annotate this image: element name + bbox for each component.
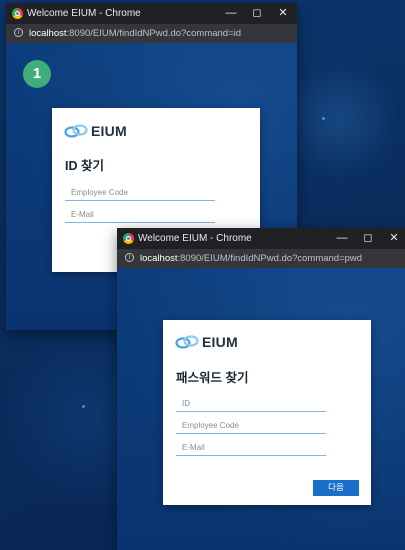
- address-bar[interactable]: i localhost:8090/EIUM/findIdNPwd.do?comm…: [117, 249, 405, 268]
- maximize-icon[interactable]: ◻: [361, 231, 375, 245]
- url-text[interactable]: localhost:8090/EIUM/findIdNPwd.do?comman…: [29, 28, 241, 39]
- employee-code-input[interactable]: [65, 184, 221, 201]
- page-content: EIUM 패스워드 찾기 다음: [117, 268, 405, 550]
- url-host: localhost: [29, 28, 67, 39]
- window-titlebar[interactable]: Welcome EIUM - Chrome — ◻ ✕: [117, 228, 405, 249]
- email-field[interactable]: [176, 437, 332, 456]
- email-field[interactable]: [65, 204, 221, 223]
- employee-code-input[interactable]: [176, 417, 332, 434]
- url-path: :8090/EIUM/findIdNPwd.do?command=pwd: [177, 253, 363, 264]
- maximize-icon[interactable]: ◻: [250, 6, 264, 20]
- background-dot: [322, 117, 325, 120]
- id-input[interactable]: [176, 395, 332, 412]
- url-path: :8090/EIUM/findIdNPwd.do?command=id: [66, 28, 242, 39]
- eium-logo: EIUM: [64, 123, 127, 139]
- card-title: ID 찾기: [65, 159, 104, 173]
- background-dot: [82, 405, 85, 408]
- close-icon[interactable]: ✕: [276, 6, 290, 20]
- browser-window-find-password: Welcome EIUM - Chrome — ◻ ✕ i localhost:…: [117, 228, 405, 550]
- id-field[interactable]: [176, 393, 332, 412]
- find-password-card: EIUM 패스워드 찾기 다음: [163, 320, 371, 505]
- info-icon[interactable]: i: [125, 253, 134, 262]
- email-input[interactable]: [176, 439, 332, 456]
- url-host: localhost: [140, 253, 178, 264]
- window-title: Welcome EIUM - Chrome: [138, 233, 252, 244]
- window-title: Welcome EIUM - Chrome: [27, 8, 141, 19]
- minimize-icon[interactable]: —: [335, 231, 349, 245]
- chrome-icon: [123, 233, 134, 244]
- employee-code-field[interactable]: [176, 415, 332, 434]
- employee-code-field[interactable]: [65, 182, 221, 201]
- card-title: 패스워드 찾기: [176, 371, 249, 385]
- brand-name: EIUM: [91, 123, 127, 139]
- brand-name: EIUM: [202, 334, 238, 350]
- email-input[interactable]: [65, 206, 221, 223]
- address-bar[interactable]: i localhost:8090/EIUM/findIdNPwd.do?comm…: [6, 24, 297, 43]
- eium-logo-icon: [64, 124, 88, 138]
- step-badge: 1: [23, 60, 51, 88]
- eium-logo-icon: [175, 335, 199, 349]
- close-icon[interactable]: ✕: [387, 231, 401, 245]
- chrome-icon: [12, 8, 23, 19]
- window-titlebar[interactable]: Welcome EIUM - Chrome — ◻ ✕: [6, 3, 297, 24]
- eium-logo: EIUM: [175, 334, 238, 350]
- minimize-icon[interactable]: —: [224, 6, 238, 20]
- info-icon[interactable]: i: [14, 28, 23, 37]
- url-text[interactable]: localhost:8090/EIUM/findIdNPwd.do?comman…: [140, 253, 362, 264]
- next-button[interactable]: 다음: [313, 480, 359, 496]
